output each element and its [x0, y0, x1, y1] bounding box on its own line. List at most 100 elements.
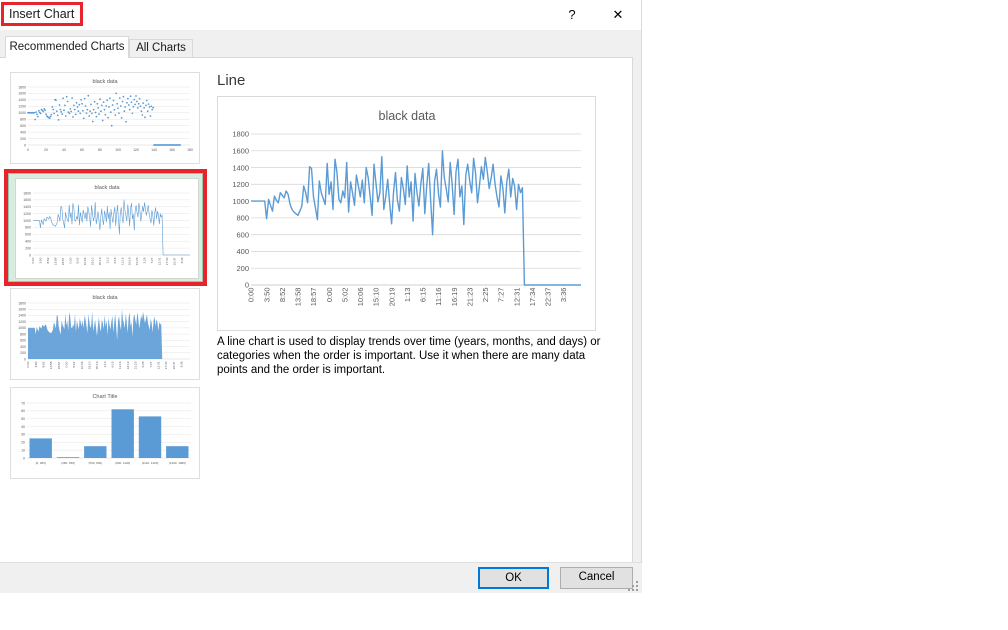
svg-text:6:15: 6:15 — [111, 361, 115, 367]
svg-text:0: 0 — [24, 143, 26, 147]
svg-text:8:52: 8:52 — [278, 288, 287, 303]
area-chart-thumbnail: black data020040060080010001200140016001… — [11, 289, 199, 379]
svg-text:15:10: 15:10 — [88, 361, 92, 369]
svg-text:2:25: 2:25 — [141, 361, 145, 367]
svg-text:0: 0 — [27, 148, 29, 152]
svg-text:5:02: 5:02 — [72, 361, 76, 367]
histogram-chart-thumbnail: Chart Title010203040506070[0, 280](280, … — [11, 388, 199, 478]
svg-text:21:23: 21:23 — [135, 257, 139, 265]
svg-text:17:34: 17:34 — [164, 361, 168, 369]
svg-text:17:34: 17:34 — [165, 257, 169, 265]
svg-text:600: 600 — [25, 233, 31, 237]
resize-grip-icon[interactable] — [628, 581, 640, 593]
svg-text:5:02: 5:02 — [76, 257, 80, 263]
svg-text:1400: 1400 — [18, 98, 26, 102]
svg-text:11:16: 11:16 — [434, 288, 443, 306]
svg-text:16:19: 16:19 — [128, 257, 132, 265]
tab-label: All Charts — [136, 42, 186, 54]
svg-text:17:34: 17:34 — [528, 288, 537, 307]
svg-text:600: 600 — [20, 124, 26, 128]
svg-text:1:13: 1:13 — [105, 257, 109, 263]
svg-text:100: 100 — [115, 148, 121, 152]
chart-preview: black data020040060080010001200140016001… — [217, 96, 596, 331]
svg-text:12:31: 12:31 — [158, 257, 162, 265]
svg-text:140: 140 — [151, 148, 157, 152]
svg-text:[0, 280]: [0, 280] — [36, 461, 46, 465]
svg-text:7:27: 7:27 — [149, 361, 153, 367]
svg-text:800: 800 — [25, 226, 31, 230]
svg-text:7:27: 7:27 — [497, 288, 506, 303]
svg-text:1400: 1400 — [232, 163, 249, 172]
tab-all-charts[interactable]: All Charts — [129, 39, 193, 58]
svg-text:0:00: 0:00 — [325, 288, 334, 303]
svg-text:(280, 560]: (280, 560] — [61, 461, 75, 465]
svg-text:7:27: 7:27 — [150, 257, 154, 263]
tab-recommended-charts[interactable]: Recommended Charts — [5, 36, 129, 58]
svg-text:(560, 840]: (560, 840] — [89, 461, 103, 465]
svg-text:10:06: 10:06 — [356, 288, 365, 307]
svg-text:1000: 1000 — [18, 326, 26, 330]
svg-text:(1400, 1680]: (1400, 1680] — [169, 461, 186, 465]
ok-button[interactable]: OK — [478, 567, 549, 589]
svg-text:0:00: 0:00 — [65, 361, 69, 367]
svg-text:1200: 1200 — [232, 180, 249, 189]
svg-text:11:16: 11:16 — [120, 257, 124, 265]
svg-text:200: 200 — [20, 351, 26, 355]
svg-text:40: 40 — [21, 425, 25, 429]
svg-text:20: 20 — [21, 441, 25, 445]
thumbnail-histogram-chart[interactable]: Chart Title010203040506070[0, 280](280, … — [10, 387, 200, 479]
svg-text:0: 0 — [24, 357, 26, 361]
svg-text:(1120, 1400]: (1120, 1400] — [142, 461, 159, 465]
thumbnail-scatter-chart[interactable]: black data020040060080010001200140016001… — [10, 72, 200, 164]
cancel-button[interactable]: Cancel — [560, 567, 633, 589]
svg-text:800: 800 — [236, 214, 249, 223]
svg-text:black data: black data — [92, 79, 118, 85]
svg-text:400: 400 — [20, 130, 26, 134]
insert-chart-dialog: Insert Chart ? ✕ Recommended Charts All … — [0, 0, 642, 593]
thumbnail-line-chart-selected[interactable]: black data020040060080010001200140016001… — [15, 178, 199, 279]
svg-text:200: 200 — [236, 264, 249, 273]
help-icon: ? — [568, 7, 575, 22]
svg-text:1000: 1000 — [232, 197, 249, 206]
svg-text:1200: 1200 — [18, 320, 26, 324]
svg-text:180: 180 — [187, 148, 193, 152]
svg-text:1600: 1600 — [232, 146, 249, 155]
svg-text:20: 20 — [44, 148, 48, 152]
svg-text:0:00: 0:00 — [68, 257, 72, 263]
svg-text:200: 200 — [20, 137, 26, 141]
svg-text:22:37: 22:37 — [172, 257, 176, 265]
annotation-box-selected-thumbnail: black data020040060080010001200140016001… — [4, 169, 207, 286]
svg-text:3:36: 3:36 — [180, 257, 184, 263]
scatter-chart-thumbnail: black data020040060080010001200140016001… — [11, 73, 199, 163]
svg-text:11:16: 11:16 — [118, 361, 122, 369]
svg-text:1600: 1600 — [23, 198, 31, 202]
svg-text:600: 600 — [20, 339, 26, 343]
tab-label: Recommended Charts — [9, 41, 124, 53]
svg-text:18:57: 18:57 — [309, 288, 318, 307]
close-button[interactable]: ✕ — [603, 4, 633, 26]
svg-text:0: 0 — [29, 253, 31, 257]
recommended-charts-page: black data020040060080010001200140016001… — [0, 57, 633, 562]
chart-type-heading: Line — [217, 72, 245, 89]
svg-text:10:06: 10:06 — [80, 361, 84, 369]
thumbnail-area-chart[interactable]: black data020040060080010001200140016001… — [10, 288, 200, 380]
svg-text:80: 80 — [98, 148, 102, 152]
svg-text:22:37: 22:37 — [544, 288, 553, 307]
svg-text:13:58: 13:58 — [294, 288, 303, 307]
svg-text:6:15: 6:15 — [419, 288, 428, 303]
help-button[interactable]: ? — [557, 4, 587, 26]
svg-text:1400: 1400 — [18, 314, 26, 318]
svg-text:22:37: 22:37 — [172, 361, 176, 369]
svg-text:0:00: 0:00 — [247, 288, 256, 303]
svg-text:16:19: 16:19 — [126, 361, 130, 369]
svg-text:13:58: 13:58 — [49, 361, 53, 369]
svg-text:1800: 1800 — [232, 130, 249, 139]
svg-text:1800: 1800 — [23, 191, 31, 195]
preview-panel: Line black data0200400600800100012001400… — [217, 58, 627, 562]
svg-text:8:52: 8:52 — [42, 361, 46, 367]
svg-text:3:50: 3:50 — [34, 361, 38, 367]
svg-text:200: 200 — [25, 246, 31, 250]
svg-text:400: 400 — [25, 239, 31, 243]
svg-text:5:02: 5:02 — [340, 288, 349, 303]
svg-text:800: 800 — [20, 332, 26, 336]
